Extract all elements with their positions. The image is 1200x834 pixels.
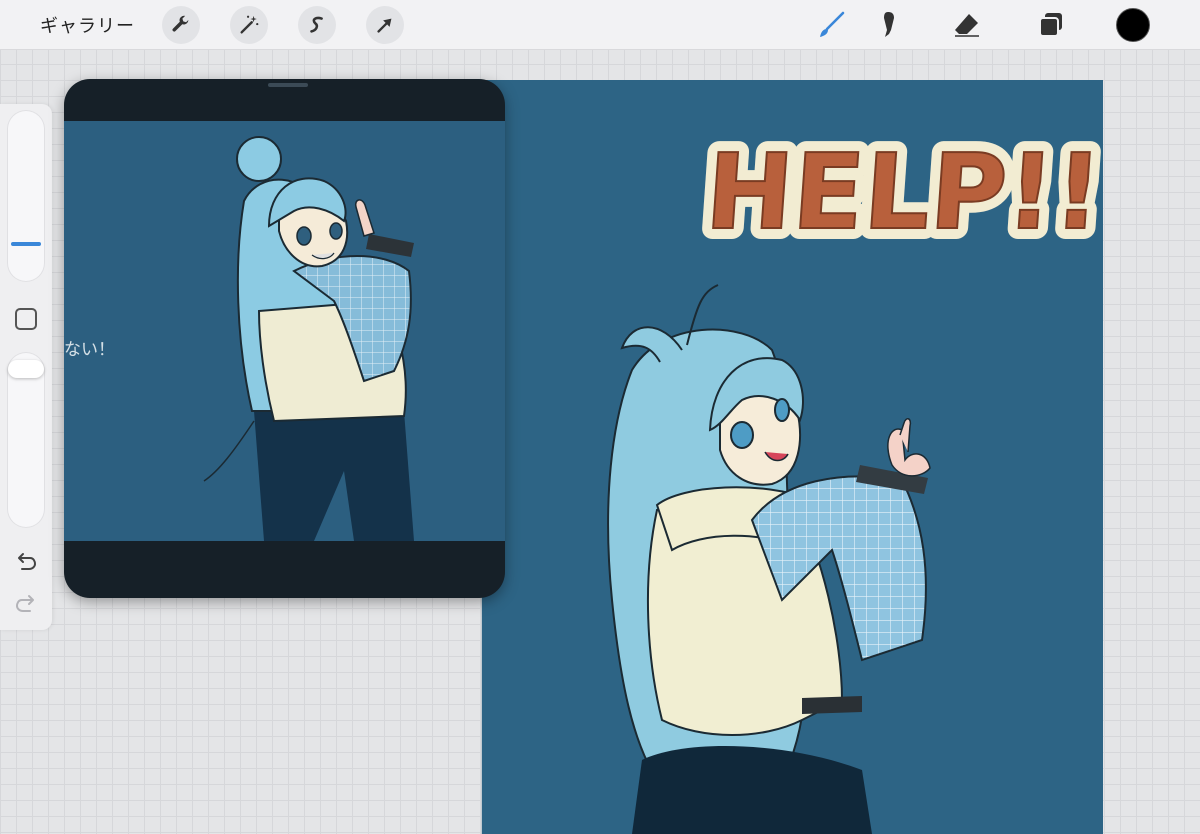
redo-button[interactable] (12, 592, 40, 616)
arrow-cursor-icon (377, 18, 392, 33)
left-sidebar (0, 104, 52, 630)
canvas-artwork: HELP!! HELP!! (607, 120, 1103, 834)
brush-size-slider[interactable] (7, 110, 45, 282)
reference-image: ない！ (64, 121, 505, 541)
transform-button[interactable] (366, 6, 404, 44)
drawing-canvas[interactable]: HELP!! HELP!! (481, 80, 1103, 834)
brush-button[interactable] (812, 6, 850, 44)
selection-s-icon (310, 16, 323, 33)
selection-button[interactable] (298, 6, 336, 44)
redo-icon (15, 595, 34, 612)
reference-caption: ない！ (64, 340, 115, 360)
undo-button[interactable] (12, 550, 40, 574)
modify-button[interactable] (15, 308, 37, 330)
eraser-icon (955, 14, 979, 37)
magic-wand-icon (240, 15, 259, 34)
layers-icon (1039, 13, 1062, 37)
smudge-button[interactable] (868, 6, 906, 44)
opacity-thumb[interactable] (8, 360, 44, 378)
color-picker-button[interactable] (1116, 8, 1150, 42)
reference-artwork (203, 136, 414, 541)
help-text: HELP!! (702, 131, 1103, 253)
help-lettering: HELP!! HELP!! (691, 120, 1103, 264)
brush-icon (820, 11, 845, 37)
reference-drag-handle[interactable] (268, 83, 308, 87)
character-illustration (607, 284, 931, 834)
brush-size-thumb[interactable] (11, 242, 41, 246)
eraser-button[interactable] (948, 6, 986, 44)
brush-stroke (825, 11, 845, 31)
layers-button[interactable] (1032, 6, 1070, 44)
opacity-slider[interactable] (7, 352, 45, 528)
top-toolbar: ギャラリー (0, 0, 1200, 50)
undo-icon (18, 553, 37, 570)
wrench-icon (172, 15, 189, 32)
gallery-button[interactable]: ギャラリー (40, 12, 135, 38)
reference-window[interactable]: ない！ (64, 79, 505, 598)
smudge-icon (884, 12, 894, 37)
actions-button[interactable] (162, 6, 200, 44)
adjustments-button[interactable] (230, 6, 268, 44)
